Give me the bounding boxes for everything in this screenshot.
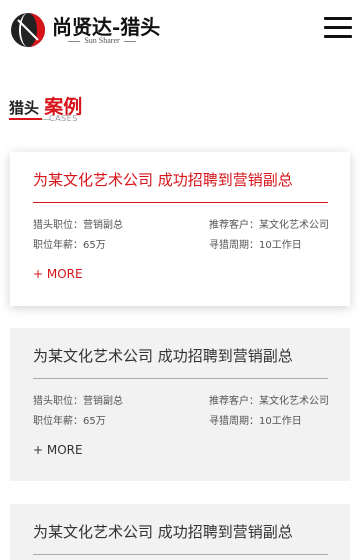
logo-mark-icon xyxy=(11,13,45,47)
more-link[interactable]: + MORE xyxy=(33,443,83,457)
case-title-link[interactable]: 为某文化艺术公司 成功招聘到营销副总 xyxy=(33,521,327,542)
section-subtitle: CASES xyxy=(49,114,78,123)
section-heading: 猎头 案例 CASES xyxy=(9,92,82,123)
case-meta: 猎头职位：营销副总 推荐客户：某文化艺术公司 职位年薪：65万 寻猎周期：10工… xyxy=(33,216,329,256)
case-meta: 猎头职位：营销副总 推荐客户：某文化艺术公司 职位年薪：65万 寻猎周期：10工… xyxy=(33,392,329,432)
case-position: 猎头职位：营销副总 xyxy=(33,220,123,231)
case-position: 猎头职位：营销副总 xyxy=(33,396,123,407)
case-salary: 职位年薪：65万 xyxy=(33,240,106,251)
case-salary: 职位年薪：65万 xyxy=(33,416,106,427)
site-header: 尚贤达-猎头 Sun Sharer xyxy=(0,0,360,60)
case-cycle: 寻猎周期：10工作日 xyxy=(209,240,302,251)
case-client: 推荐客户：某文化艺术公司 xyxy=(209,396,329,407)
case-title-link[interactable]: 为某文化艺术公司 成功招聘到营销副总 xyxy=(33,345,327,366)
case-cycle: 寻猎周期：10工作日 xyxy=(209,416,302,427)
more-link[interactable]: + MORE xyxy=(33,267,83,281)
case-card[interactable]: 为某文化艺术公司 成功招聘到营销副总 猎头职位：营销副总 推荐客户：某文化艺术公… xyxy=(10,152,350,306)
case-title-link[interactable]: 为某文化艺术公司 成功招聘到营销副总 xyxy=(33,169,327,190)
case-card[interactable]: 为某文化艺术公司 成功招聘到营销副总 猎头职位：营销副总 推荐客户：某文化艺术公… xyxy=(10,328,350,481)
section-title-prefix: 猎头 xyxy=(9,99,40,117)
hamburger-menu-icon[interactable] xyxy=(324,16,352,40)
section-title-underline xyxy=(9,118,42,120)
case-divider xyxy=(33,554,328,555)
logo-english-name: Sun Sharer xyxy=(56,36,148,45)
case-card[interactable]: 为某文化艺术公司 成功招聘到营销副总 xyxy=(10,504,350,560)
site-logo[interactable]: 尚贤达-猎头 Sun Sharer xyxy=(8,10,160,50)
case-divider xyxy=(33,378,328,379)
case-divider xyxy=(33,202,328,203)
case-client: 推荐客户：某文化艺术公司 xyxy=(209,220,329,231)
